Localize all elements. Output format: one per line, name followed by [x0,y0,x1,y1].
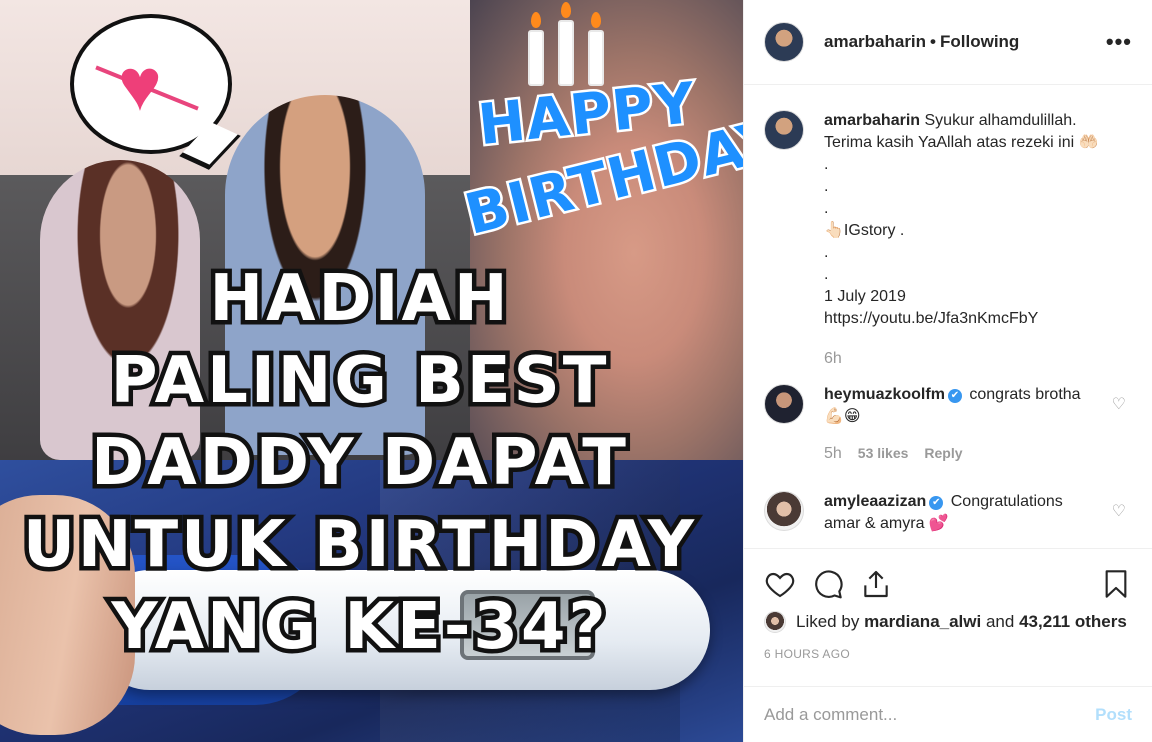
headline-text: HADIAH PALING BEST DADDY DAPAT UNTUK BIR… [18,258,700,669]
share-icon[interactable] [860,568,892,600]
add-comment-bar: Add a comment... Post [744,686,1152,742]
instagram-post: ♥ HAPPY BIRTHDAY HADIAH PALING BEST DADD… [0,0,1152,742]
more-options-icon[interactable]: ••• [1106,29,1132,55]
comment-username[interactable]: amyleaazizan [824,493,926,510]
likes-mid: and [985,612,1015,631]
likes-count[interactable]: 43,211 others [1019,612,1127,632]
likes-summary: Liked by mardiana_alwi and 43,211 others [764,611,1132,633]
likes-prefix: Liked by [796,612,860,631]
reply-button[interactable]: Reply [924,442,962,464]
caption-line: . [824,200,829,217]
like-heart-icon[interactable] [764,568,796,600]
post-button[interactable]: Post [1095,705,1132,725]
bookmark-icon[interactable] [1100,568,1132,600]
verified-badge-icon: ✔ [929,496,944,510]
verified-badge-icon: ✔ [947,389,962,403]
heart-icon: ♥ [118,43,162,126]
caption-line: . [824,266,829,283]
avatar[interactable] [764,22,804,62]
comment-avatar[interactable] [764,491,804,531]
header-username[interactable]: amarbaharin [824,32,926,52]
caption-line: 1 July 2019 [824,288,906,305]
post-actions: Liked by mardiana_alwi and 43,211 others… [744,548,1152,661]
caption-avatar[interactable] [764,110,804,150]
post-image[interactable]: ♥ HAPPY BIRTHDAY HADIAH PALING BEST DADD… [0,0,743,742]
candles-icon [524,2,614,86]
headline-line: HADIAH [205,258,512,341]
comments-list[interactable]: amarbaharin Syukur alhamdulillah. Terima… [744,86,1152,546]
headline-line: UNTUK BIRTHDAY [18,504,698,587]
post-header: amarbaharin • Following ••• [744,0,1152,85]
caption-line: . [824,178,829,195]
caption-time[interactable]: 6h [824,348,842,370]
liker-username[interactable]: mardiana_alwi [864,612,981,632]
caption-line: . [824,156,829,173]
comment-likes[interactable]: 53 likes [858,442,909,464]
caption-line: Syukur alhamdulillah. [924,112,1077,129]
comment: amyleaazizan ✔ Congratulations amar & amy… [764,491,1132,535]
caption-link[interactable]: https://youtu.be/Jfa3nKmcFbY [824,308,1132,330]
comment-avatar[interactable] [764,384,804,424]
liker-avatar[interactable] [764,611,786,633]
like-comment-icon[interactable]: ♡ [1112,394,1126,414]
header-separator: • [930,32,936,51]
following-button[interactable]: Following [940,32,1019,52]
like-comment-icon[interactable]: ♡ [1112,501,1126,521]
headline-line: PALING BEST [106,340,611,423]
comment-icon[interactable] [812,568,844,600]
comment-time[interactable]: 5h [824,443,842,465]
headline-line: YANG KE-34? [107,586,610,669]
caption-username[interactable]: amarbaharin [824,112,920,129]
add-comment-input[interactable]: Add a comment... [764,705,897,725]
caption-line: Terima kasih YaAllah atas rezeki ini 🤲🏻 [824,134,1099,151]
comment: heymuazkoolfm ✔ congrats brotha 💪🏻😁 5h 53… [764,384,1132,465]
comment-username[interactable]: heymuazkoolfm [824,386,945,403]
caption-line: . [824,244,829,261]
post-sidebar: amarbaharin • Following ••• amarbaharin … [743,0,1152,742]
caption-line: 👆🏻IGstory . [824,222,905,239]
headline-line: DADDY DAPAT [87,422,631,505]
caption: amarbaharin Syukur alhamdulillah. Terima… [764,110,1132,370]
post-timestamp[interactable]: 6 HOURS AGO [764,647,1132,661]
